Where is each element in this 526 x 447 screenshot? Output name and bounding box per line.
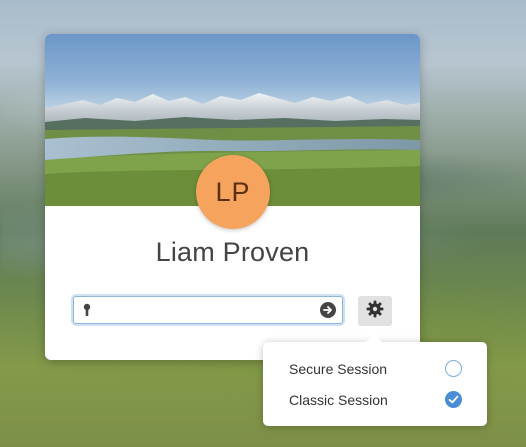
menu-item-label: Classic Session [289,392,388,408]
popup-pointer [365,334,383,343]
menu-item-classic-session[interactable]: Classic Session [263,385,487,415]
user-name: Liam Proven [155,237,310,267]
menu-item-label: Secure Session [289,361,388,377]
password-input[interactable] [98,300,308,320]
session-settings-button[interactable] [358,296,392,326]
avatar: LP [196,155,270,229]
key-icon [83,303,91,322]
arrow-right-circle-icon[interactable] [320,302,336,323]
radio-checked-icon[interactable] [445,391,462,408]
avatar-initials: LP [215,176,251,207]
password-field[interactable] [73,296,343,324]
radio-unchecked-icon[interactable] [445,360,462,377]
session-menu-popup: Secure Session Classic Session [263,334,487,426]
gear-icon [366,300,384,323]
menu-item-secure-session[interactable]: Secure Session [263,354,487,384]
